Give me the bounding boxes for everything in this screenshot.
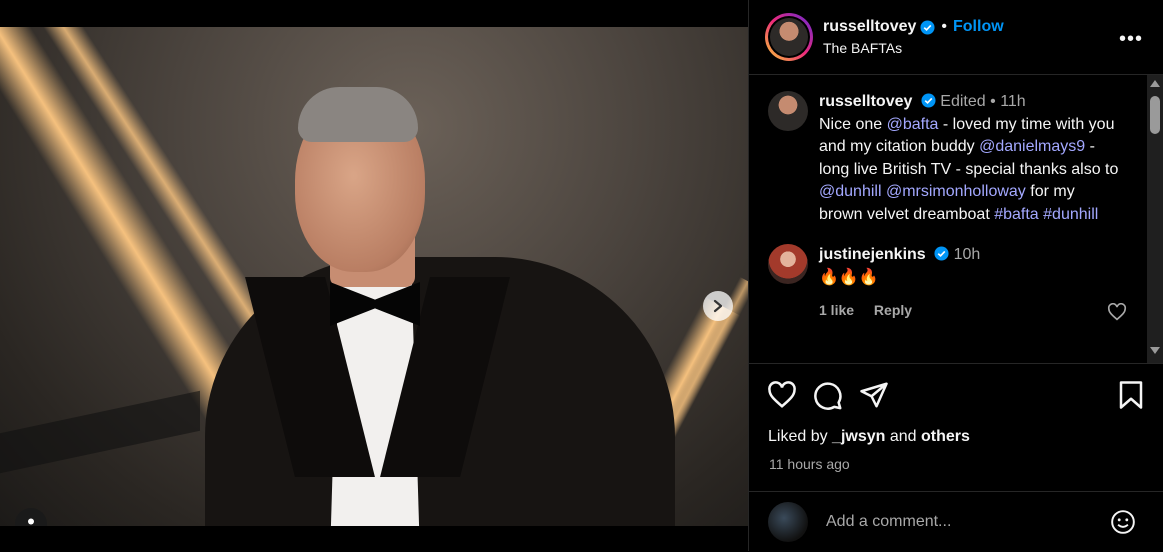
caption-time[interactable]: 11h: [1000, 93, 1026, 110]
hashtag-link[interactable]: #bafta: [994, 206, 1038, 223]
add-comment-bar: [749, 491, 1163, 552]
user-icon: [28, 518, 34, 525]
separator: •: [941, 18, 947, 35]
comment-likes[interactable]: 1 like: [819, 302, 854, 318]
comment-text: 🔥🔥🔥: [819, 268, 879, 286]
verified-badge-icon: [934, 246, 949, 261]
post-photo[interactable]: [0, 27, 748, 526]
background-rail: [0, 390, 200, 474]
post-media: [0, 0, 748, 551]
like-comment-icon[interactable]: [1107, 303, 1127, 321]
caption-text: Nice one: [819, 115, 887, 133]
caption-username[interactable]: russelltovey: [819, 93, 912, 110]
comment-item: justinejenkins 10h 🔥🔥🔥 1 like Reply: [749, 226, 1163, 322]
comment-time[interactable]: 10h: [954, 246, 981, 263]
scrollbar-thumb[interactable]: [1150, 96, 1160, 134]
post-header: russelltovey • Follow The BAFTAs •••: [749, 0, 1163, 75]
verified-badge-icon: [921, 93, 936, 108]
chevron-right-icon: [713, 299, 723, 313]
mention-link[interactable]: @mrsimonholloway: [886, 183, 1026, 200]
author-username[interactable]: russelltovey: [823, 18, 916, 36]
like-icon[interactable]: [767, 381, 797, 409]
avatar[interactable]: [768, 91, 808, 131]
tagged-users-button[interactable]: [15, 508, 47, 526]
verified-badge-icon: [920, 19, 935, 35]
liked-by: Liked by _jwsyn and others: [768, 428, 970, 445]
story-ring[interactable]: [765, 13, 813, 61]
more-options-icon[interactable]: •••: [1119, 28, 1143, 51]
post-timestamp[interactable]: 11 hours ago: [769, 456, 1163, 472]
comment-icon[interactable]: [813, 380, 843, 410]
post-side-panel: russelltovey • Follow The BAFTAs ••• rus…: [748, 0, 1163, 551]
reply-button[interactable]: Reply: [874, 302, 912, 318]
separator: •: [990, 93, 996, 110]
scroll-up-icon[interactable]: [1150, 80, 1160, 87]
liked-by-others[interactable]: others: [921, 428, 970, 445]
edited-label: Edited: [940, 93, 986, 110]
emoji-icon[interactable]: [1110, 509, 1136, 535]
mention-link[interactable]: @bafta: [887, 116, 939, 133]
avatar: [770, 18, 808, 56]
liked-by-user[interactable]: _jwsyn: [832, 428, 885, 445]
post-actions: Liked by _jwsyn and others 11 hours ago: [749, 363, 1163, 472]
mention-link[interactable]: @dunhill: [819, 183, 882, 200]
caption: russelltovey Edited • 11h Nice one @baft…: [749, 75, 1163, 226]
comment-input[interactable]: [824, 512, 1088, 532]
bookmark-icon[interactable]: [1118, 380, 1144, 410]
avatar: [768, 502, 808, 542]
share-icon[interactable]: [859, 380, 889, 410]
scroll-down-icon[interactable]: [1150, 347, 1160, 354]
mention-link[interactable]: @danielmays9: [979, 138, 1085, 155]
hashtag-link[interactable]: #dunhill: [1043, 206, 1098, 223]
location-link[interactable]: The BAFTAs: [823, 40, 1004, 56]
comments-list: russelltovey Edited • 11h Nice one @baft…: [749, 75, 1163, 365]
follow-button[interactable]: Follow: [953, 18, 1004, 36]
next-image-button[interactable]: [703, 291, 733, 321]
hair: [298, 87, 418, 142]
comment-username[interactable]: justinejenkins: [819, 246, 926, 263]
avatar[interactable]: [768, 244, 808, 284]
